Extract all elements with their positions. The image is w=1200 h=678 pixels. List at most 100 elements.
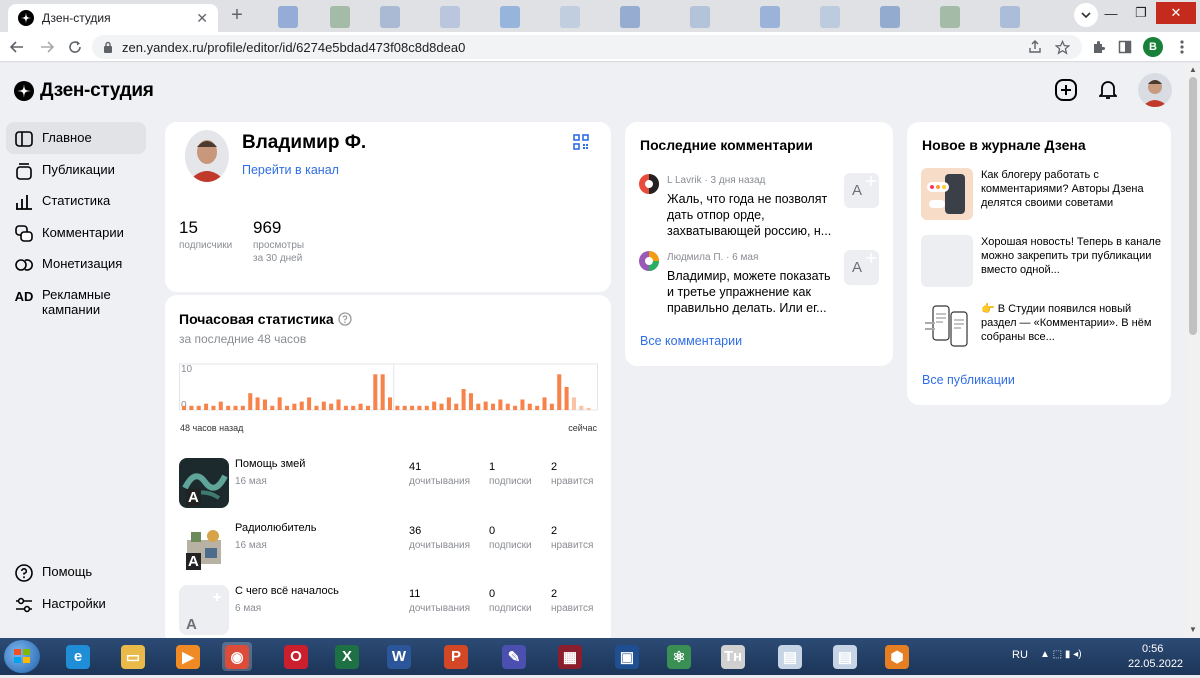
word-icon[interactable]: W: [384, 642, 414, 671]
hourly-bar[interactable]: [365, 405, 370, 410]
hourly-bar[interactable]: [321, 401, 326, 410]
share-icon[interactable]: [1025, 37, 1045, 57]
tray-icons[interactable]: ▲ ⬚ ▮ ◂): [1040, 649, 1082, 660]
sidebar-item-publications[interactable]: Публикации: [6, 154, 146, 186]
help-question-icon[interactable]: [338, 312, 352, 331]
sidebar-item-monetization[interactable]: Монетизация: [6, 248, 146, 280]
hourly-bar[interactable]: [189, 405, 194, 410]
hourly-bar[interactable]: [535, 405, 540, 410]
hourly-bar[interactable]: [454, 403, 459, 410]
hourly-bar[interactable]: [432, 401, 437, 410]
typography-icon[interactable]: Tʜ: [718, 642, 748, 671]
hourly-bar[interactable]: [343, 405, 348, 410]
sidebar-item-help[interactable]: Помощь: [6, 556, 146, 588]
post-row[interactable]: A Помощь змей 16 мая 41 дочитывания 1 подписки…: [179, 458, 599, 522]
hourly-bar[interactable]: [439, 403, 444, 410]
go-to-channel-link[interactable]: Перейти в канал: [242, 163, 339, 177]
tab-close-icon[interactable]: ✕: [196, 10, 208, 27]
hourly-bar[interactable]: [314, 405, 319, 410]
hourly-bar[interactable]: [417, 405, 422, 410]
scroll-up-icon[interactable]: ▲: [1189, 65, 1197, 74]
window-icon[interactable]: ▤: [775, 642, 805, 671]
hourly-bar[interactable]: [410, 405, 415, 410]
minimize-icon[interactable]: —: [1096, 2, 1126, 24]
sidebar-item-stats[interactable]: Статистика: [6, 185, 146, 217]
comment-item[interactable]: L Lavrik · 3 дня назад Жаль, что года не …: [639, 173, 881, 250]
clock-date[interactable]: 22.05.2022: [1128, 658, 1183, 670]
hourly-bar[interactable]: [483, 401, 488, 410]
hourly-bar[interactable]: [196, 405, 201, 410]
hourly-bar[interactable]: [571, 397, 576, 410]
hourly-bar[interactable]: [299, 401, 304, 410]
hourly-bar[interactable]: [446, 397, 451, 410]
powerpoint-icon[interactable]: P: [441, 642, 471, 671]
hourly-bar[interactable]: [520, 399, 525, 411]
hourly-bar[interactable]: [586, 407, 591, 410]
post-title[interactable]: Радиолюбитель: [235, 522, 316, 534]
sidebar-item-ad[interactable]: AD Рекламные кампании: [6, 280, 146, 326]
hourly-bar[interactable]: [579, 405, 584, 410]
hourly-bar[interactable]: [218, 401, 223, 410]
hourly-bar[interactable]: [527, 403, 532, 410]
hourly-bar[interactable]: [307, 397, 312, 410]
hourly-bar[interactable]: [557, 374, 562, 410]
hourly-bar[interactable]: [248, 393, 253, 410]
journal-item[interactable]: Как блогеру работать с комментариями? Ав…: [921, 168, 1161, 223]
sidebar-item-comments[interactable]: Комментарии: [6, 217, 146, 249]
atom-icon[interactable]: ⚛: [664, 642, 694, 671]
sidebar-item-home[interactable]: Главное: [6, 122, 146, 154]
more-menu-icon[interactable]: [1172, 37, 1192, 57]
sidebar-item-settings[interactable]: Настройки: [6, 588, 146, 620]
hourly-bar[interactable]: [292, 403, 297, 410]
clock-time[interactable]: 0:56: [1142, 643, 1163, 655]
excel-icon[interactable]: X: [332, 642, 362, 671]
maximize-icon[interactable]: ❐: [1126, 2, 1156, 24]
post-title[interactable]: Помощь змей: [235, 458, 305, 470]
zen-studio-logo[interactable]: Дзен-студия: [14, 80, 154, 102]
hourly-bar[interactable]: [373, 374, 378, 410]
post-row[interactable]: A С чего всё началось 6 мая 11 дочитывания 0 п…: [179, 585, 599, 638]
explorer-icon[interactable]: ▭: [118, 642, 148, 671]
post-title[interactable]: С чего всё началось: [235, 585, 339, 597]
back-arrow-icon[interactable]: [6, 36, 28, 58]
window-icon[interactable]: ▤: [830, 642, 860, 671]
hourly-bar[interactable]: [329, 403, 334, 410]
language-indicator[interactable]: RU: [1012, 649, 1028, 661]
tab-search-button[interactable]: [1074, 3, 1098, 27]
scrollbar-thumb[interactable]: [1189, 77, 1197, 335]
hourly-bar[interactable]: [549, 403, 554, 410]
hourly-bar[interactable]: [461, 389, 466, 410]
create-publication-button[interactable]: [1054, 78, 1078, 102]
hourly-bar[interactable]: [395, 405, 400, 410]
page-scrollbar[interactable]: ▲ ▼: [1186, 63, 1200, 638]
all-comments-link[interactable]: Все комментарии: [640, 334, 742, 348]
hourly-bar[interactable]: [226, 405, 231, 410]
hourly-bar[interactable]: [476, 403, 481, 410]
save-icon[interactable]: ▣: [612, 642, 642, 671]
hourly-bar[interactable]: [351, 405, 356, 410]
side-panel-icon[interactable]: [1115, 37, 1135, 57]
comment-author[interactable]: L Lavrik: [667, 175, 702, 186]
browser-profile-avatar[interactable]: В: [1143, 37, 1163, 57]
forward-arrow-icon[interactable]: [36, 36, 58, 58]
media-player-icon[interactable]: ▶: [173, 642, 203, 671]
extensions-icon[interactable]: [1088, 37, 1108, 57]
hourly-bar[interactable]: [402, 405, 407, 410]
reload-icon[interactable]: [64, 36, 86, 58]
user-avatar[interactable]: [1138, 73, 1172, 107]
journal-item[interactable]: 👉 В Студии появился новый раздел — «Комм…: [921, 302, 1161, 357]
hourly-bar[interactable]: [498, 399, 503, 411]
comment-item[interactable]: Людмила П. · 6 мая Владимир, можете показ…: [639, 250, 881, 327]
hourly-bar[interactable]: [424, 405, 429, 410]
opera-icon[interactable]: O: [281, 642, 311, 671]
hourly-bar[interactable]: [182, 405, 187, 410]
hourly-bar[interactable]: [270, 405, 275, 410]
hourly-bar[interactable]: [388, 397, 393, 410]
hourly-bar[interactable]: [285, 405, 290, 410]
new-tab-button[interactable]: +: [226, 5, 248, 27]
winrar-icon[interactable]: ▦: [555, 642, 585, 671]
star-icon[interactable]: [1052, 37, 1072, 57]
scroll-down-icon[interactable]: ▼: [1189, 625, 1197, 634]
all-publications-link[interactable]: Все публикации: [922, 373, 1015, 387]
address-bar[interactable]: zen.yandex.ru/profile/editor/id/6274e5bd…: [92, 35, 1082, 59]
